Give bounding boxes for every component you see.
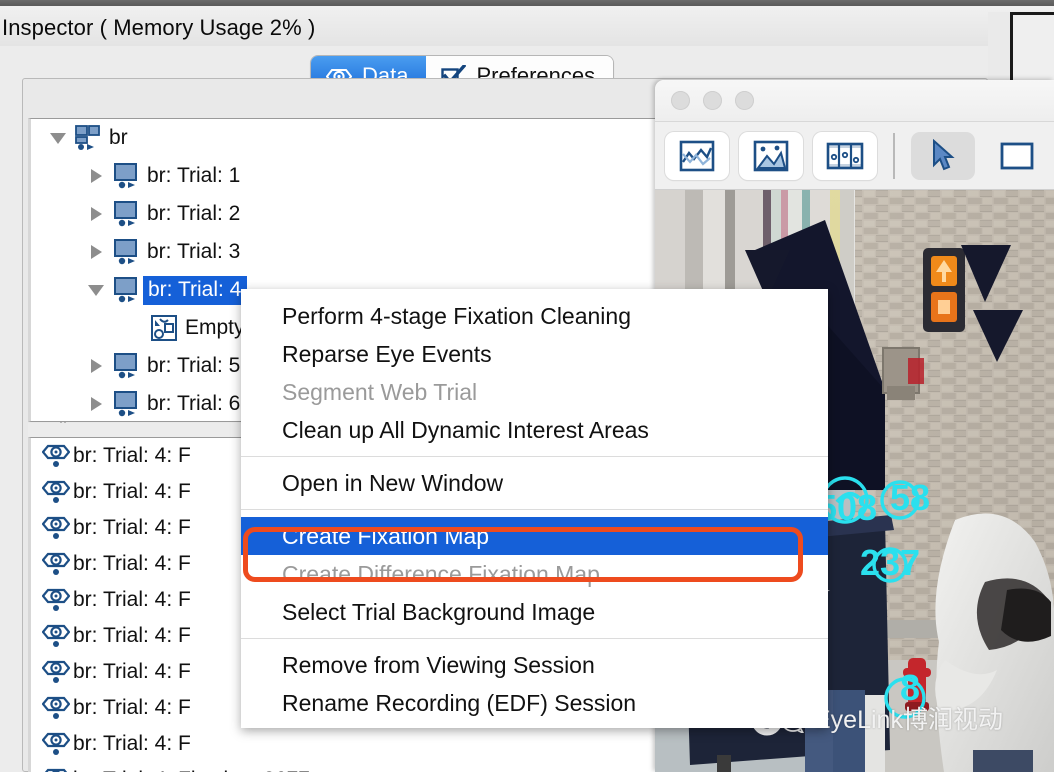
pointer-tool-button[interactable] [911,131,975,180]
menu-separator [241,509,828,510]
tree-row-label: br: Trial: 6 [147,392,241,415]
spatial-overlay-button[interactable] [739,131,803,180]
fixation-eye-icon [39,767,73,772]
svg-text:237: 237 [860,542,920,583]
fixation-eye-icon [44,768,68,772]
menu-item: Segment Web Trial [282,378,478,405]
image-window-title-bar [655,80,1054,122]
filmstrip-icon [826,142,864,169]
fixation-eye-icon [42,732,70,755]
fixation-eye-icon [42,624,70,647]
fixation-eye-icon [39,659,73,685]
trial-icon [114,163,137,189]
close-button[interactable] [671,91,690,110]
menu-item[interactable]: Clean up All Dynamic Interest Areas [241,411,828,449]
menu-item[interactable]: Perform 4-stage Fixation Cleaning [241,297,828,335]
context-menu[interactable]: Perform 4-stage Fixation Cleaning Reparse… [241,289,828,728]
image-window-toolbar [655,122,1054,190]
list-item-label: br: Trial: 4: F [73,732,191,755]
page-title: Inspector ( Memory Usage 2% ) [2,15,316,40]
tree-row-label: br: Trial: 2 [147,202,241,225]
menu-item: Create Difference Fixation Map [282,560,600,587]
image-chart-icon [753,140,789,171]
menu-item[interactable]: Select Trial Background Image [241,593,828,631]
cursor-arrow-icon [933,138,955,170]
screen-root: Inspector ( Memory Usage 2% ) Data Prefe… [0,0,1054,772]
chevron-right-icon[interactable] [83,207,109,221]
list-item-label: br: Trial: 4: F [73,696,191,719]
chevron-right-icon[interactable] [83,397,109,411]
session-icon [71,125,105,151]
tree-row-label: br: Trial: 1 [147,164,241,187]
list-item-label: br: Trial: 4: F [73,624,191,647]
fixation-eye-icon [42,444,70,467]
toolbar-separator [893,132,895,179]
menu-separator [241,638,828,639]
tree-row-label: br: Trial: 4 [143,275,248,305]
list-item-label: br: Trial: 4: Fixation: 2677 ms [73,768,344,772]
fixation-eye-icon [39,695,73,721]
interest-area-icon [151,315,177,341]
list-item-label: br: Trial: 4: F [73,552,191,575]
fixation-eye-icon [39,587,73,613]
trial-icon [109,353,143,379]
fixation-eye-icon [39,551,73,577]
trial-icon [109,239,143,265]
trial-icon [109,201,143,227]
fixation-eye-icon [39,731,73,757]
fixation-eye-icon [42,552,70,575]
menu-item[interactable]: Reparse Eye Events [241,335,828,373]
trial-icon [114,353,137,379]
tree-row-label: Empty [185,316,245,339]
svg-text:58: 58 [890,477,930,518]
tree-row-label: br: Trial: 3 [147,240,241,263]
list-item-label: br: Trial: 4: F [73,480,191,503]
window-title-bar: Inspector ( Memory Usage 2% ) [0,6,1054,46]
interest-area-icon [147,315,181,341]
menu-item[interactable]: Create Fixation Map [241,517,828,555]
watermark-text: EyeLink博润视动 [814,706,1003,734]
fixation-eye-icon [42,516,70,539]
fixation-eye-icon [42,660,70,683]
line-chart-icon [679,140,715,171]
minimize-button[interactable] [703,91,722,110]
fixation-eye-icon [39,623,73,649]
tree-row-label: br: Trial: 5 [147,354,241,377]
trial-icon [114,201,137,227]
trial-icon [109,277,143,303]
chevron-right-icon[interactable] [83,245,109,259]
session-icon [75,125,100,150]
chevron-down-icon[interactable] [83,284,109,296]
context-menu-items: Perform 4-stage Fixation Cleaning Reparse… [241,297,828,722]
menu-separator [241,456,828,457]
tree-row-label: br [109,126,128,149]
list-item-label: br: Trial: 4: F [73,660,191,683]
menu-item[interactable]: Remove from Viewing Session [241,646,828,684]
trial-icon [109,163,143,189]
chevron-right-icon[interactable] [83,169,109,183]
chevron-right-icon[interactable] [83,359,109,373]
trial-icon [114,391,137,417]
zoom-button[interactable] [735,91,754,110]
menu-item[interactable]: Open in New Window [241,464,828,502]
temporal-graph-button[interactable] [665,131,729,180]
chevron-down-icon[interactable] [45,132,71,144]
list-item-label: br: Trial: 4: F [73,588,191,611]
list-item-label: br: Trial: 4: F [73,516,191,539]
trial-icon [109,391,143,417]
filmstrip-button[interactable] [813,131,877,180]
rectangle-icon [1000,142,1034,169]
fixation-eye-icon [42,588,70,611]
fixation-eye-icon [42,696,70,719]
trial-icon [114,239,137,265]
fixation-eye-icon [39,515,73,541]
trial-icon [114,277,137,303]
rectangle-tool-button[interactable] [985,132,1049,180]
menu-item[interactable]: Rename Recording (EDF) Session [241,684,828,722]
fixation-eye-icon [39,479,73,505]
fixation-eye-icon [42,480,70,503]
fixation-eye-icon [39,443,73,469]
list-item-label: br: Trial: 4: F [73,444,191,467]
